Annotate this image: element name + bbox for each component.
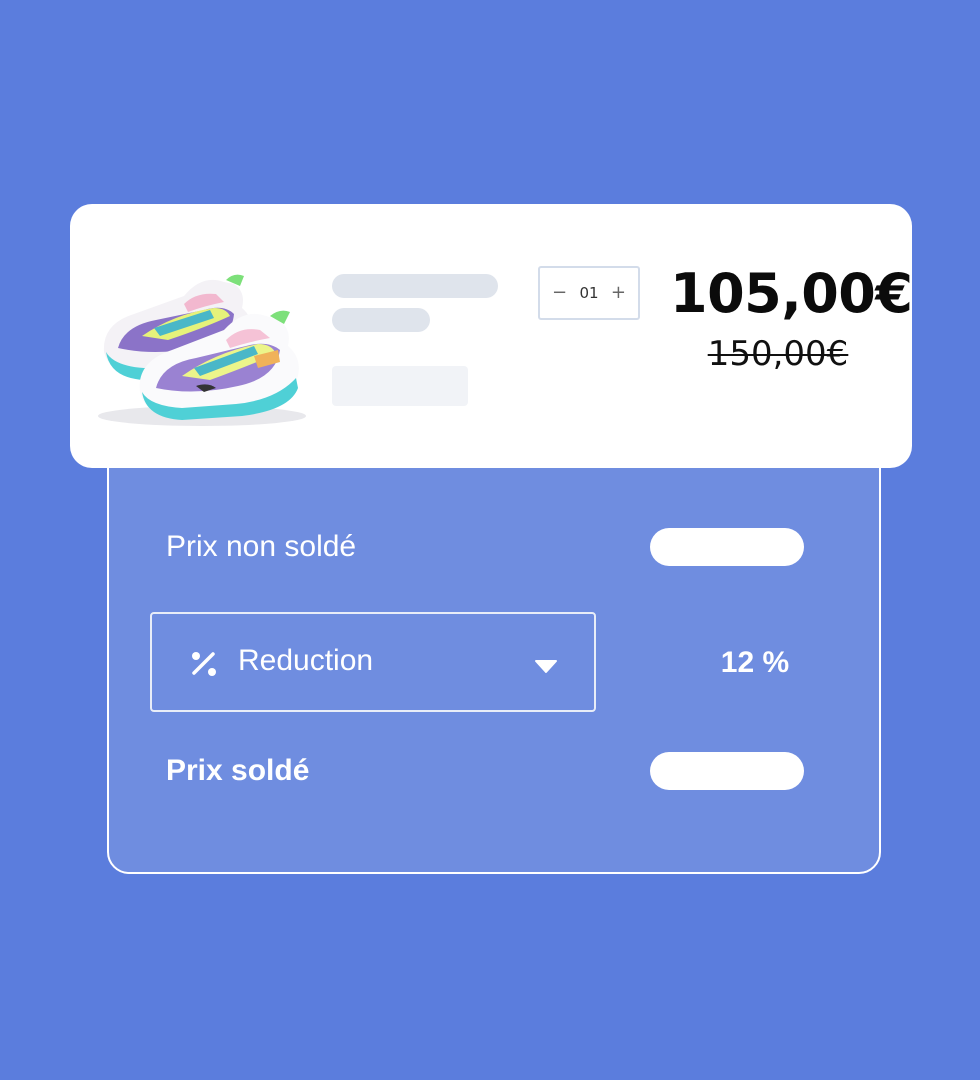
discount-type-select[interactable]: Reduction	[150, 612, 596, 712]
discount-value: 12 %	[720, 646, 790, 679]
unsold-price-placeholder	[650, 528, 804, 566]
quantity-stepper[interactable]: − 01 +	[538, 266, 640, 320]
product-card: − 01 + 105,00€ 150,00€	[70, 204, 913, 468]
product-title-placeholder	[332, 274, 498, 298]
unsold-price-label: Prix non soldé	[166, 530, 357, 563]
discount-select-value: Reduction	[238, 644, 374, 677]
sold-price-placeholder	[650, 752, 804, 790]
original-price: 150,00€	[707, 334, 849, 374]
product-option-placeholder	[332, 366, 468, 406]
quantity-value: 01	[579, 284, 599, 302]
product-subtitle-placeholder	[332, 308, 430, 332]
sale-price: 105,00€	[670, 262, 913, 325]
decrement-button[interactable]: −	[552, 284, 567, 302]
percent-icon	[192, 652, 216, 676]
increment-button[interactable]: +	[611, 284, 626, 302]
sold-price-label: Prix soldé	[166, 754, 310, 787]
caret-down-icon	[535, 660, 557, 673]
sneaker-image	[98, 274, 306, 426]
